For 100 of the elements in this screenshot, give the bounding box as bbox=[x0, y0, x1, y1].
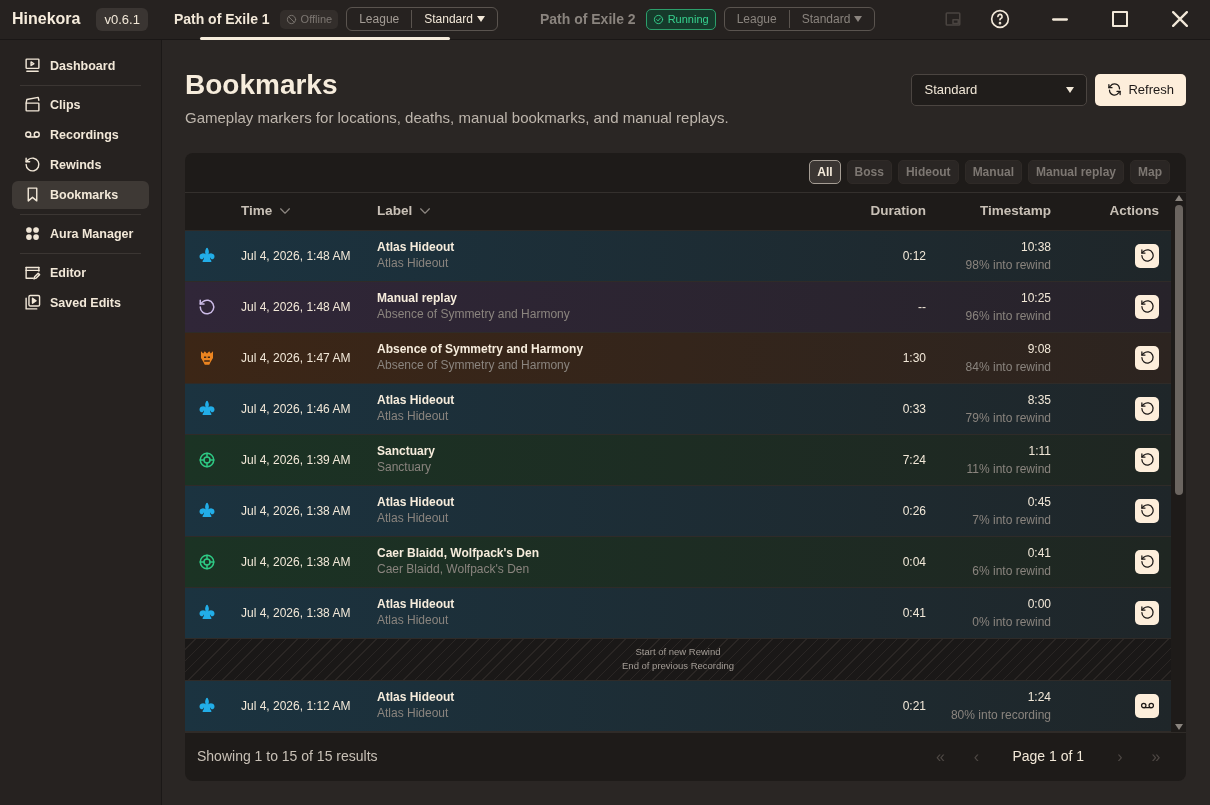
rewind-icon bbox=[1139, 299, 1155, 315]
divider-label: Start of new Rewind bbox=[635, 644, 721, 659]
label-title: Atlas Hideout bbox=[377, 495, 456, 511]
column-header[interactable]: Time bbox=[241, 201, 291, 222]
game-tab[interactable]: Path of Exile 2 bbox=[537, 8, 638, 30]
label-subtitle: Atlas Hideout bbox=[377, 705, 450, 722]
label-subtitle: Caer Blaidd, Wolfpack's Den bbox=[377, 561, 531, 578]
refresh-button[interactable]: Refresh bbox=[1095, 73, 1186, 106]
scroll-down-icon[interactable] bbox=[1174, 723, 1183, 730]
game-tab[interactable]: Path of Exile 1 bbox=[171, 8, 272, 30]
time-cell-text: Jul 4, 2026, 1:38 AM bbox=[241, 604, 352, 622]
position-text: 6% into rewind bbox=[971, 562, 1051, 580]
column-header: Timestamp bbox=[979, 202, 1051, 221]
bookmark-row[interactable]: Jul 4, 2026, 1:38 AM Atlas Hideout Atlas Hideout 0:41 0:00 0% into rewind bbox=[185, 587, 1171, 639]
bookmark-row[interactable]: Jul 4, 2026, 1:47 AM Absence of Symmetry and Harmony Absence of Symmetry and Harmony 1:30 9:08 84% into rewind bbox=[185, 332, 1171, 384]
rewind-button[interactable] bbox=[1135, 498, 1159, 523]
rewind-icon bbox=[24, 156, 41, 174]
clapperboard-icon bbox=[24, 96, 41, 114]
duration-cell-text: 7:24 bbox=[901, 451, 926, 469]
bookmark-row[interactable]: Jul 4, 2026, 1:46 AM Atlas Hideout Atlas Hideout 0:33 8:35 79% into rewind bbox=[185, 383, 1171, 435]
bookmark-row[interactable]: Jul 4, 2026, 1:39 AM Sanctuary Sanctuary 7:24 1:11 11% into rewind bbox=[185, 434, 1171, 486]
close-icon bbox=[1172, 11, 1188, 28]
label-subtitle: Atlas Hideout bbox=[377, 510, 450, 527]
duration-cell-text: 0:04 bbox=[901, 553, 926, 571]
rewind-button[interactable] bbox=[1135, 243, 1159, 268]
rewind-icon bbox=[1139, 248, 1155, 264]
rewind-icon bbox=[1139, 605, 1155, 621]
label-subtitle: Sanctuary bbox=[377, 459, 433, 476]
sidebar-item[interactable]: Recordings bbox=[12, 120, 149, 149]
rewind-button[interactable] bbox=[1135, 447, 1159, 472]
duration-cell-text: 0:41 bbox=[901, 604, 926, 622]
sidebar-item[interactable]: Bookmarks bbox=[12, 180, 149, 209]
clapper-pen-icon bbox=[24, 264, 41, 282]
position-text: 98% into rewind bbox=[964, 256, 1051, 274]
rewind-icon bbox=[1139, 452, 1155, 468]
bookmark-row[interactable]: Jul 4, 2026, 1:38 AM Atlas Hideout Atlas Hideout 0:26 0:45 7% into rewind bbox=[185, 485, 1171, 537]
label-title: Absence of Symmetry and Harmony bbox=[377, 342, 585, 358]
label-subtitle: Absence of Symmetry and Harmony bbox=[377, 357, 571, 374]
position-text: 79% into rewind bbox=[964, 409, 1051, 427]
duration-cell-text: 1:30 bbox=[901, 349, 926, 367]
scroll-up-icon[interactable] bbox=[1174, 194, 1183, 201]
column-header[interactable]: Label bbox=[377, 201, 431, 222]
league-selector[interactable]: League Standard bbox=[723, 7, 876, 32]
refresh-icon bbox=[1107, 82, 1123, 98]
league-dropdown[interactable]: Standard bbox=[911, 73, 1088, 106]
league-selector[interactable]: League Standard bbox=[346, 7, 498, 32]
rewind-button[interactable] bbox=[1135, 294, 1159, 319]
label-subtitle: Absence of Symmetry and Harmony bbox=[377, 306, 571, 323]
label-subtitle: Atlas Hideout bbox=[377, 408, 450, 425]
bookmark-row[interactable]: Jul 4, 2026, 1:48 AM Atlas Hideout Atlas Hideout 0:12 10:38 98% into rewind bbox=[185, 230, 1171, 282]
results-summary: Showing 1 to 15 of 15 results bbox=[197, 747, 378, 767]
time-cell-text: Jul 4, 2026, 1:48 AM bbox=[241, 247, 352, 265]
column-header: Duration bbox=[870, 202, 926, 221]
recording-button[interactable] bbox=[1135, 693, 1159, 718]
timestamp-cell-text: 10:25 bbox=[1019, 289, 1051, 307]
rewind-icon bbox=[1139, 503, 1155, 519]
time-cell-text: Jul 4, 2026, 1:47 AM bbox=[241, 349, 352, 367]
duration-cell-text: 0:12 bbox=[901, 247, 926, 265]
status-badge: Running bbox=[645, 9, 716, 30]
label-subtitle: Atlas Hideout bbox=[377, 612, 450, 629]
timestamp-cell-text: 0:41 bbox=[1026, 544, 1051, 562]
maximize-icon bbox=[1112, 11, 1128, 28]
time-cell-text: Jul 4, 2026, 1:39 AM bbox=[241, 451, 352, 469]
chevron-down-icon bbox=[280, 208, 291, 215]
bookmark-row[interactable]: Jul 4, 2026, 1:48 AM Manual replay Absence of Symmetry and Harmony -- 10:25 96% into rewind bbox=[185, 281, 1171, 333]
sidebar-item[interactable]: Editor bbox=[12, 258, 149, 287]
chevron-down-icon bbox=[420, 208, 431, 215]
bookmark-row[interactable]: Jul 4, 2026, 1:38 AM Caer Blaidd, Wolfpack's Den Caer Blaidd, Wolfpack's Den 0:04 0:41 6% into rewind bbox=[185, 536, 1171, 588]
rewind-button[interactable] bbox=[1135, 396, 1159, 421]
filter-chip[interactable]: All bbox=[809, 160, 841, 185]
duration-cell-text: -- bbox=[917, 298, 926, 316]
sidebar-item[interactable]: Clips bbox=[12, 90, 149, 119]
blocked-icon bbox=[285, 13, 297, 25]
rewind-button[interactable] bbox=[1135, 600, 1159, 625]
sidebar-item[interactable]: Aura Manager bbox=[12, 219, 149, 248]
label-title: Manual replay bbox=[377, 291, 459, 307]
stacked-play-icon bbox=[24, 294, 41, 312]
rewind-icon bbox=[1139, 350, 1155, 366]
page-title: Bookmarks bbox=[185, 69, 339, 101]
position-text: 80% into recording bbox=[949, 706, 1051, 724]
rewind-button[interactable] bbox=[1135, 549, 1159, 574]
label-title: Atlas Hideout bbox=[377, 690, 456, 706]
timestamp-cell-text: 8:35 bbox=[1026, 391, 1051, 409]
scrollbar-thumb[interactable] bbox=[1174, 204, 1183, 495]
timestamp-cell-text: 10:38 bbox=[1019, 238, 1051, 256]
sidebar-item[interactable]: Rewinds bbox=[12, 150, 149, 179]
duration-cell-text: 0:26 bbox=[901, 502, 926, 520]
bookmark-row[interactable]: Jul 4, 2026, 1:12 AM Atlas Hideout Atlas Hideout 0:21 1:24 80% into recording bbox=[185, 680, 1171, 732]
sidebar-item[interactable]: Saved Edits bbox=[12, 288, 149, 317]
check-circle-icon bbox=[652, 13, 664, 25]
rewind-button[interactable] bbox=[1135, 345, 1159, 370]
position-text: 0% into rewind bbox=[971, 613, 1051, 631]
version-badge: v0.6.1 bbox=[96, 7, 148, 32]
label-title: Atlas Hideout bbox=[377, 393, 456, 409]
position-text: 96% into rewind bbox=[964, 307, 1051, 325]
caret-icon bbox=[1066, 86, 1075, 93]
rewind-icon bbox=[1139, 401, 1155, 417]
time-cell-text: Jul 4, 2026, 1:46 AM bbox=[241, 400, 352, 418]
label-title: Atlas Hideout bbox=[377, 240, 456, 256]
sidebar-item[interactable]: Dashboard bbox=[12, 51, 149, 80]
